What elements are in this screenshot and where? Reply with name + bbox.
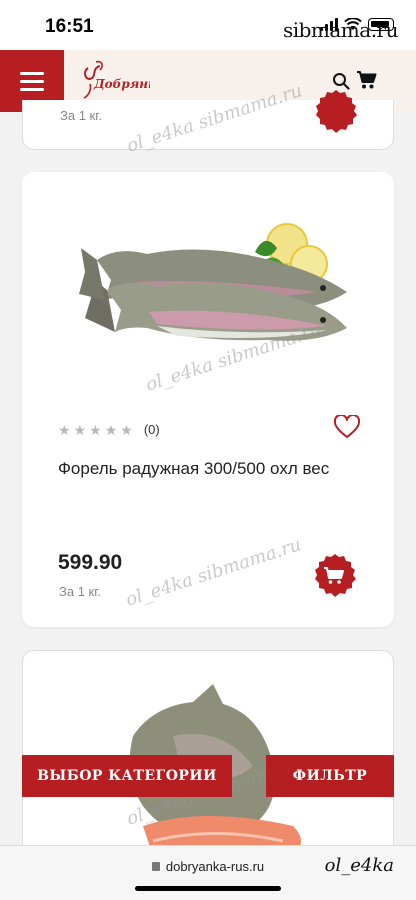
watermark-text: ol_e4ka sibmama.ru [123,534,304,611]
rating: ★ ★ ★ ★ ★ (0) [58,422,160,437]
watermark-top: sibmama.ru [282,18,399,42]
rating-count: (0) [143,422,160,437]
status-bar: 16:51 sibmama.ru [0,0,416,50]
product-price: 599.90 [58,551,123,574]
watermark-bottom: ol_e4ka [324,855,394,876]
star-icon: ★ [89,421,102,438]
cart-icon[interactable] [356,70,378,90]
product-image[interactable] [77,202,367,372]
lock-icon [151,862,160,871]
star-icon: ★ [73,421,87,438]
product-card-previous[interactable]: За 1 кг. ol_e4ka sibmama.ru [22,80,394,157]
product-name[interactable]: Форель радужная 300/500 охл вес [58,459,329,479]
product-card[interactable]: ol_e4ka sibmama.ru ★ ★ ★ ★ ★ (0) Форель … [22,172,394,627]
url-text: dobryanka-rus.ru [165,859,265,874]
hamburger-icon [20,71,44,75]
star-icon: ★ [104,421,118,438]
logo-text: Добрянка [93,77,150,91]
per-unit-label: За 1 кг. [60,108,102,123]
status-time: 16:51 [45,16,94,37]
category-button[interactable]: ВЫБОР КАТЕГОРИИ [22,755,232,797]
add-to-cart-button[interactable] [311,88,361,138]
per-unit-label: За 1 кг. [59,584,101,599]
home-indicator[interactable] [135,886,281,891]
heart-icon[interactable] [334,415,360,439]
star-icon: ★ [120,421,133,438]
add-to-cart-button[interactable] [310,552,360,602]
star-icon: ★ [58,421,71,438]
filter-button[interactable]: ФИЛЬТР [266,755,394,797]
logo[interactable]: Добрянка [80,58,150,104]
